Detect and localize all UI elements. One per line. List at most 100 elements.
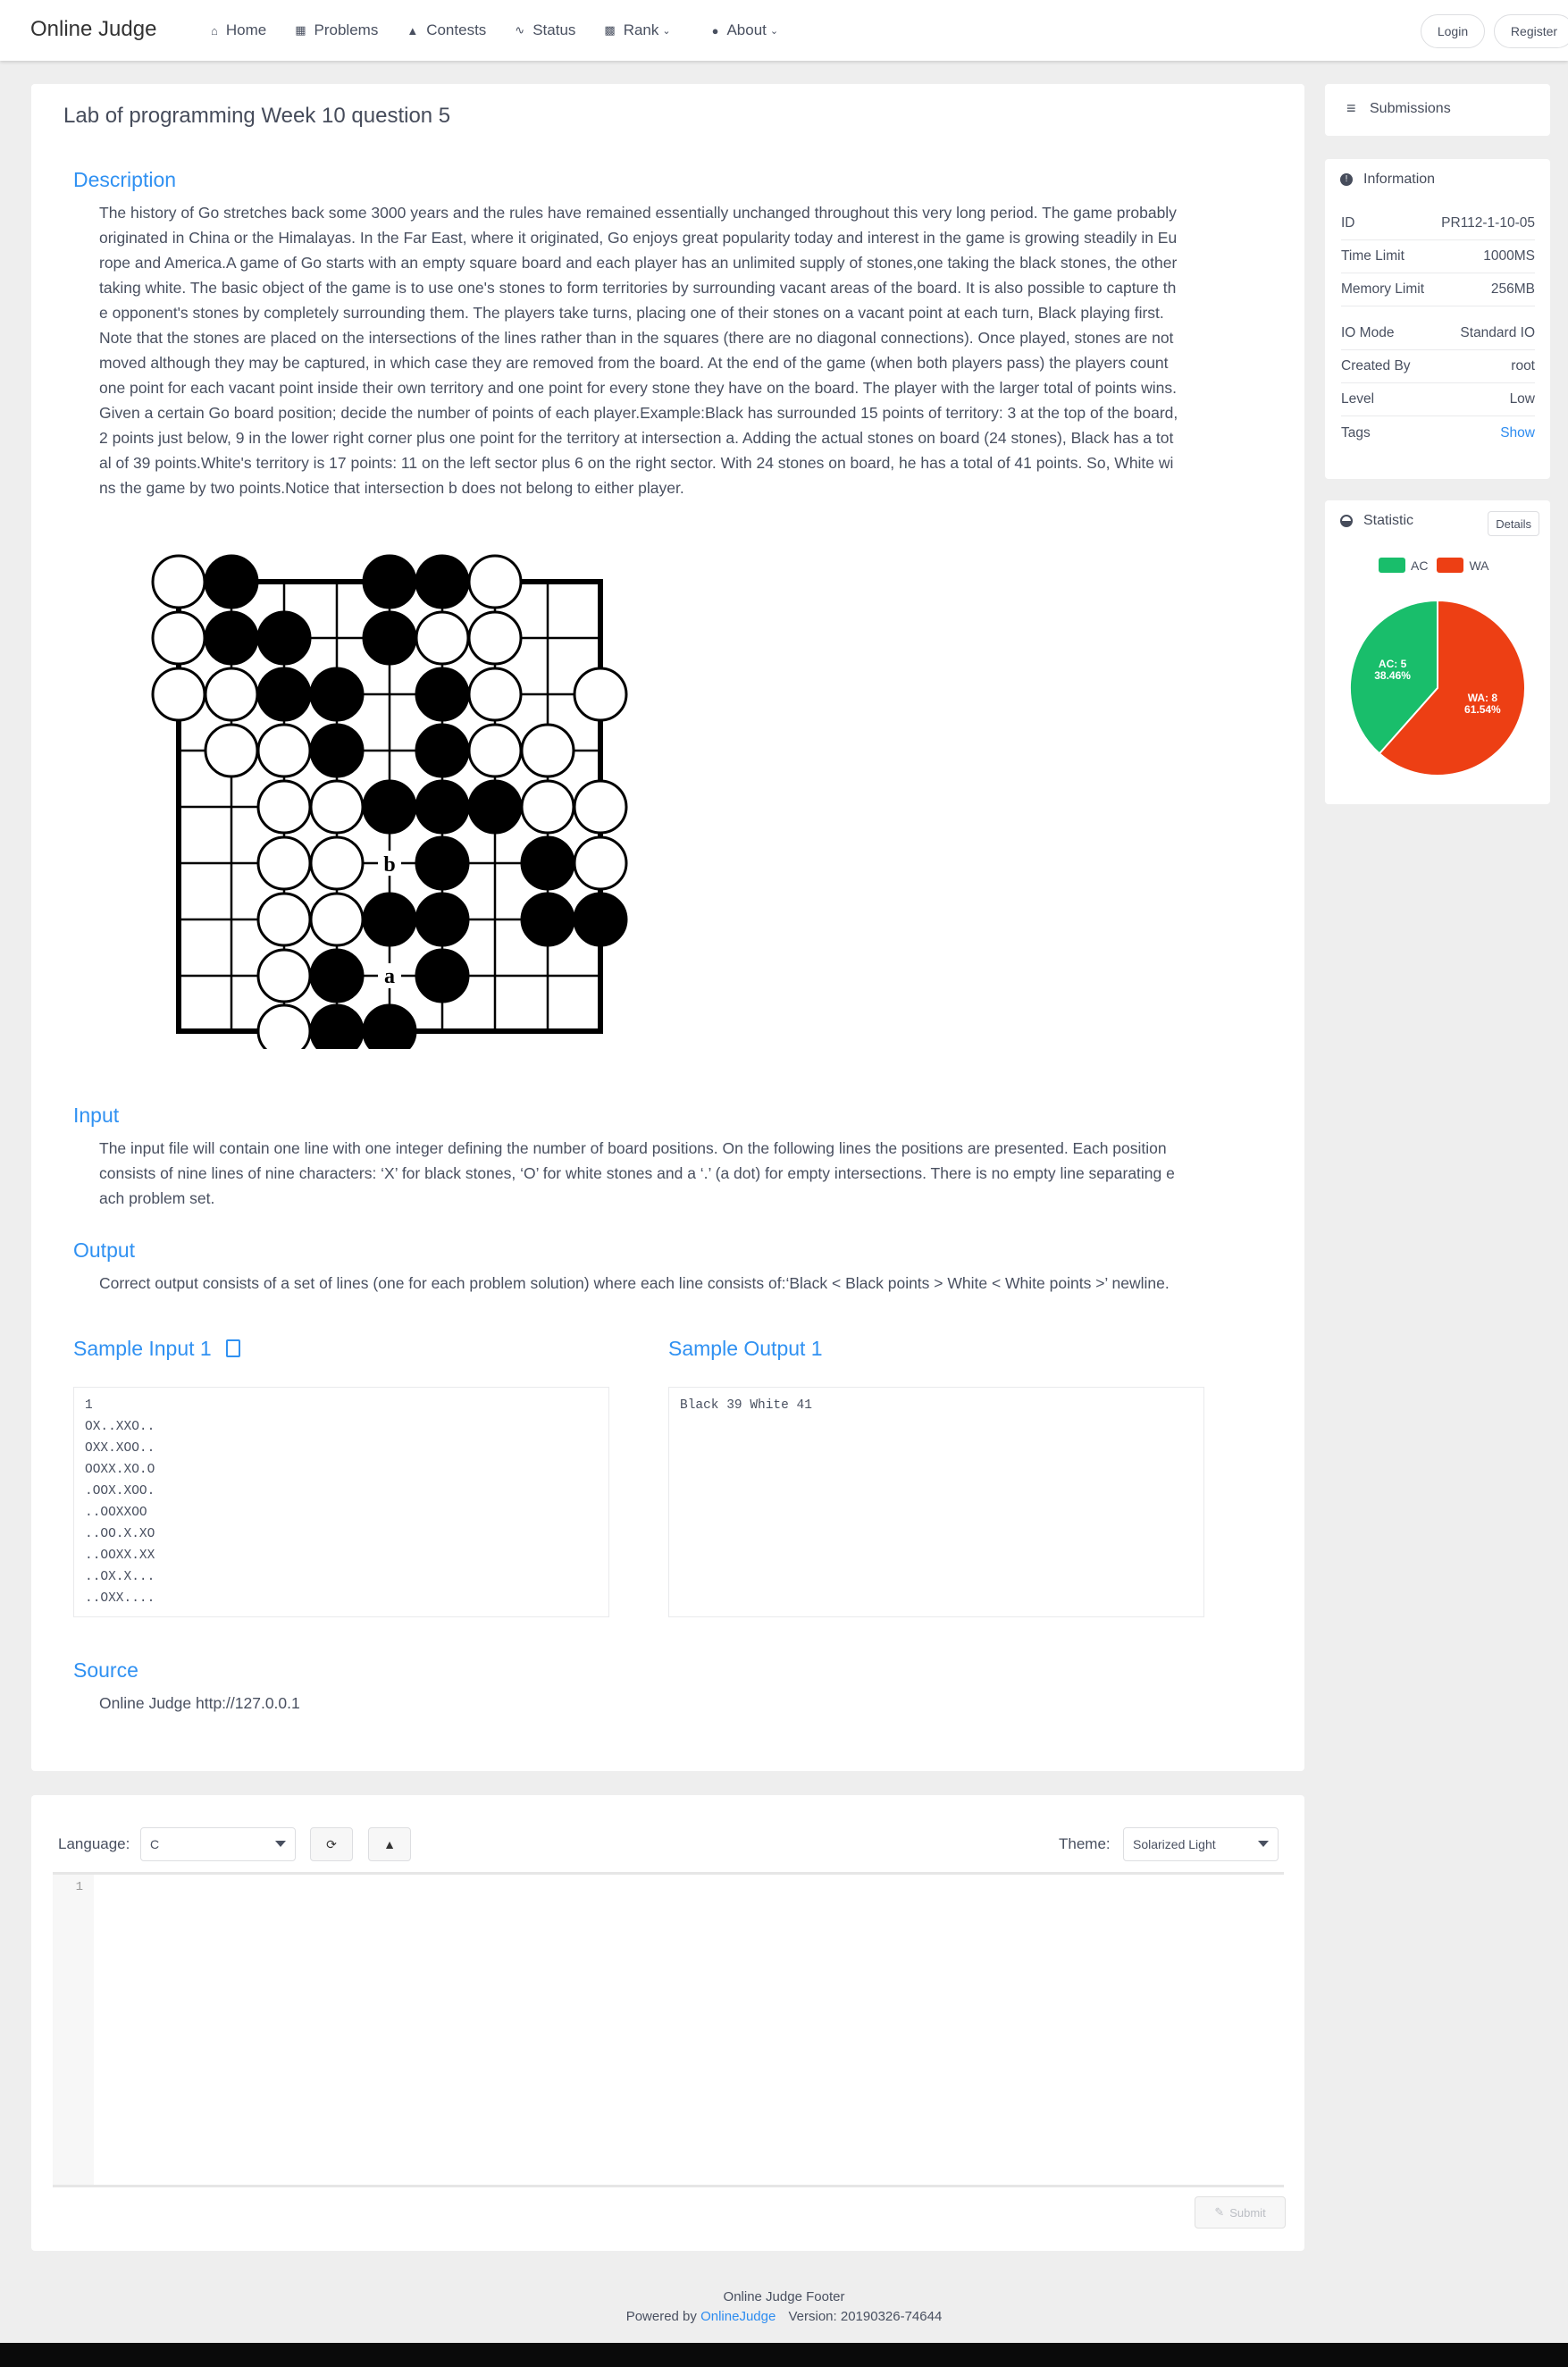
nav-problems-label: Problems bbox=[314, 21, 379, 38]
submit-button[interactable]: ✎ Submit bbox=[1195, 2196, 1286, 2229]
info-key: IO Mode bbox=[1341, 325, 1395, 340]
chevron-down-icon bbox=[1258, 1841, 1269, 1847]
chevron-down-icon: ⌄ bbox=[662, 25, 671, 37]
tags-show-link[interactable]: Show bbox=[1500, 425, 1535, 441]
info-key: Memory Limit bbox=[1341, 281, 1425, 297]
pie-slice-label: AC: 5 bbox=[1379, 658, 1407, 670]
footer-powered: Powered by OnlineJudge Version: 20190326… bbox=[0, 2307, 1568, 2327]
information-panel: ! Information ID PR112-1-10-05 Time Limit… bbox=[1325, 159, 1550, 479]
submissions-button[interactable]: ≡ Submissions bbox=[1325, 84, 1550, 136]
info-key: ID bbox=[1341, 215, 1355, 231]
chevron-down-icon: ⌄ bbox=[769, 25, 779, 37]
info-value: Low bbox=[1509, 391, 1535, 407]
description-line: one point for each vacant point inside t… bbox=[99, 379, 1177, 397]
details-button[interactable]: Details bbox=[1488, 511, 1539, 536]
register-button[interactable]: Register bbox=[1494, 14, 1568, 48]
sample-output-title: Sample Output 1 bbox=[668, 1337, 823, 1360]
sample-input-box: 1 OX..XXO.. OXX.XOO.. OOXX.XO.O .OOX.XOO… bbox=[73, 1387, 609, 1617]
description-line: 2 points just below, 9 in the lower righ… bbox=[99, 429, 1174, 447]
code-editor-panel: Language: C ⟳ ▲ Theme: Solarized Light 1… bbox=[31, 1795, 1304, 2251]
legend-ac[interactable]: AC bbox=[1379, 558, 1428, 573]
home-icon: ⌂ bbox=[211, 23, 218, 38]
line-number: 1 bbox=[75, 1880, 83, 1894]
statistic-title: Statistic bbox=[1363, 513, 1414, 528]
sample-output-box: Black 39 White 41 bbox=[668, 1387, 1204, 1617]
top-navbar: Online Judge ⌂ Home ▦ Problems ▲ Contest… bbox=[0, 0, 1568, 61]
nav-status-label: Status bbox=[532, 21, 576, 38]
nav-contests[interactable]: ▲ Contests bbox=[392, 0, 500, 61]
info-value: 1000MS bbox=[1483, 248, 1535, 264]
submit-label: Submit bbox=[1229, 2205, 1266, 2220]
info-value: Standard IO bbox=[1460, 325, 1535, 340]
language-select[interactable]: C bbox=[140, 1827, 296, 1861]
login-button[interactable]: Login bbox=[1421, 14, 1485, 48]
powered-by-text: Powered by bbox=[625, 2309, 697, 2324]
info-row-id: ID PR112-1-10-05 bbox=[1341, 207, 1535, 240]
info-value: 256MB bbox=[1490, 281, 1535, 297]
pie-slice-label: WA: 8 bbox=[1468, 692, 1498, 704]
input-line: consists of nine lines of nine character… bbox=[99, 1164, 1175, 1182]
pie-slice-label: 61.54% bbox=[1464, 703, 1501, 716]
nav-status[interactable]: ∿ Status bbox=[500, 0, 590, 61]
info-key: Tags bbox=[1341, 424, 1371, 441]
input-title: Input bbox=[73, 1104, 120, 1127]
info-row-memory-limit: Memory Limit 256MB bbox=[1341, 273, 1535, 306]
theme-label: Theme: bbox=[1059, 1835, 1111, 1852]
clipboard-icon[interactable] bbox=[226, 1339, 241, 1357]
legend-label: AC bbox=[1411, 558, 1429, 573]
brand-logo[interactable]: Online Judge bbox=[30, 17, 156, 42]
main-nav: ⌂ Home ▦ Problems ▲ Contests ∿ Status ▩ … bbox=[197, 0, 792, 61]
nav-about[interactable]: ● About ⌄ bbox=[685, 0, 793, 61]
grid-icon: ▦ bbox=[295, 23, 306, 37]
legend-swatch bbox=[1379, 558, 1405, 573]
info-key: Level bbox=[1341, 391, 1375, 407]
problem-panel: Lab of programming Week 10 question 5 De… bbox=[31, 84, 1304, 1771]
theme-select[interactable]: Solarized Light bbox=[1123, 1827, 1279, 1861]
nav-about-label: About bbox=[726, 21, 767, 38]
info-row-time-limit: Time Limit 1000MS bbox=[1341, 240, 1535, 273]
upload-button[interactable]: ▲ bbox=[368, 1827, 411, 1861]
legend-label: WA bbox=[1469, 558, 1489, 573]
chevron-down-icon bbox=[275, 1841, 286, 1847]
footer-title: Online Judge Footer bbox=[723, 2289, 845, 2304]
description-line: taking white. The basic object of the ga… bbox=[99, 279, 1177, 297]
input-line: The input file will contain one line wit… bbox=[99, 1139, 1167, 1157]
upload-icon: ▲ bbox=[383, 1837, 396, 1851]
legend-wa[interactable]: WA bbox=[1437, 558, 1489, 573]
info-row-level: Level Low bbox=[1341, 383, 1535, 416]
chart-legend: AC WA bbox=[1379, 558, 1498, 573]
statistic-panel: Statistic Details AC WA AC: 5 38.46% WA: 8… bbox=[1325, 500, 1550, 804]
nav-home[interactable]: ⌂ Home bbox=[197, 0, 281, 61]
theme-value: Solarized Light bbox=[1133, 1837, 1216, 1851]
line-number-gutter: 1 bbox=[53, 1875, 94, 2185]
source-title: Source bbox=[73, 1658, 138, 1682]
sample-input-title: Sample Input 1 bbox=[73, 1337, 241, 1361]
info-row-io-mode: IO Mode Standard IO bbox=[1341, 317, 1535, 350]
info-value: PR112-1-10-05 bbox=[1441, 215, 1535, 231]
source-text: Online Judge http://127.0.0.1 bbox=[99, 1694, 300, 1712]
intersection-a-label: a bbox=[384, 965, 395, 988]
refresh-icon: ⟳ bbox=[326, 1836, 337, 1851]
onlinejudge-link[interactable]: OnlineJudge bbox=[700, 2309, 776, 2324]
description-line: Note that the stones are placed on the i… bbox=[99, 329, 1174, 347]
info-icon: ! bbox=[1340, 173, 1353, 186]
description-line: rope and America.A game of Go starts wit… bbox=[99, 254, 1178, 272]
version-text: Version: 20190326-74644 bbox=[788, 2309, 943, 2324]
nav-rank[interactable]: ▩ Rank ⌄ bbox=[590, 0, 684, 61]
description-title: Description bbox=[73, 168, 177, 191]
description-text: The history of Go stretches back some 30… bbox=[99, 200, 1178, 500]
reset-code-button[interactable]: ⟳ bbox=[310, 1827, 353, 1861]
pie-chart-icon bbox=[1340, 515, 1353, 527]
legend-swatch bbox=[1437, 558, 1464, 573]
input-line: ach problem set. bbox=[99, 1189, 215, 1207]
submission-pie-chart: AC: 538.46% WA: 861.54% bbox=[1349, 599, 1526, 776]
description-line: originated in China or the Himalayas. In… bbox=[99, 229, 1178, 247]
code-editor[interactable]: 1 bbox=[53, 1872, 1284, 2187]
pencil-icon: ✎ bbox=[1214, 2205, 1225, 2219]
nav-rank-label: Rank bbox=[623, 21, 659, 38]
sample-input-title-text: Sample Input 1 bbox=[73, 1337, 212, 1360]
description-line: Given a certain Go board position; decid… bbox=[99, 404, 1178, 422]
bottom-bar bbox=[0, 2343, 1568, 2367]
pie-slice-label: 38.46% bbox=[1374, 669, 1411, 682]
nav-problems[interactable]: ▦ Problems bbox=[281, 0, 392, 61]
